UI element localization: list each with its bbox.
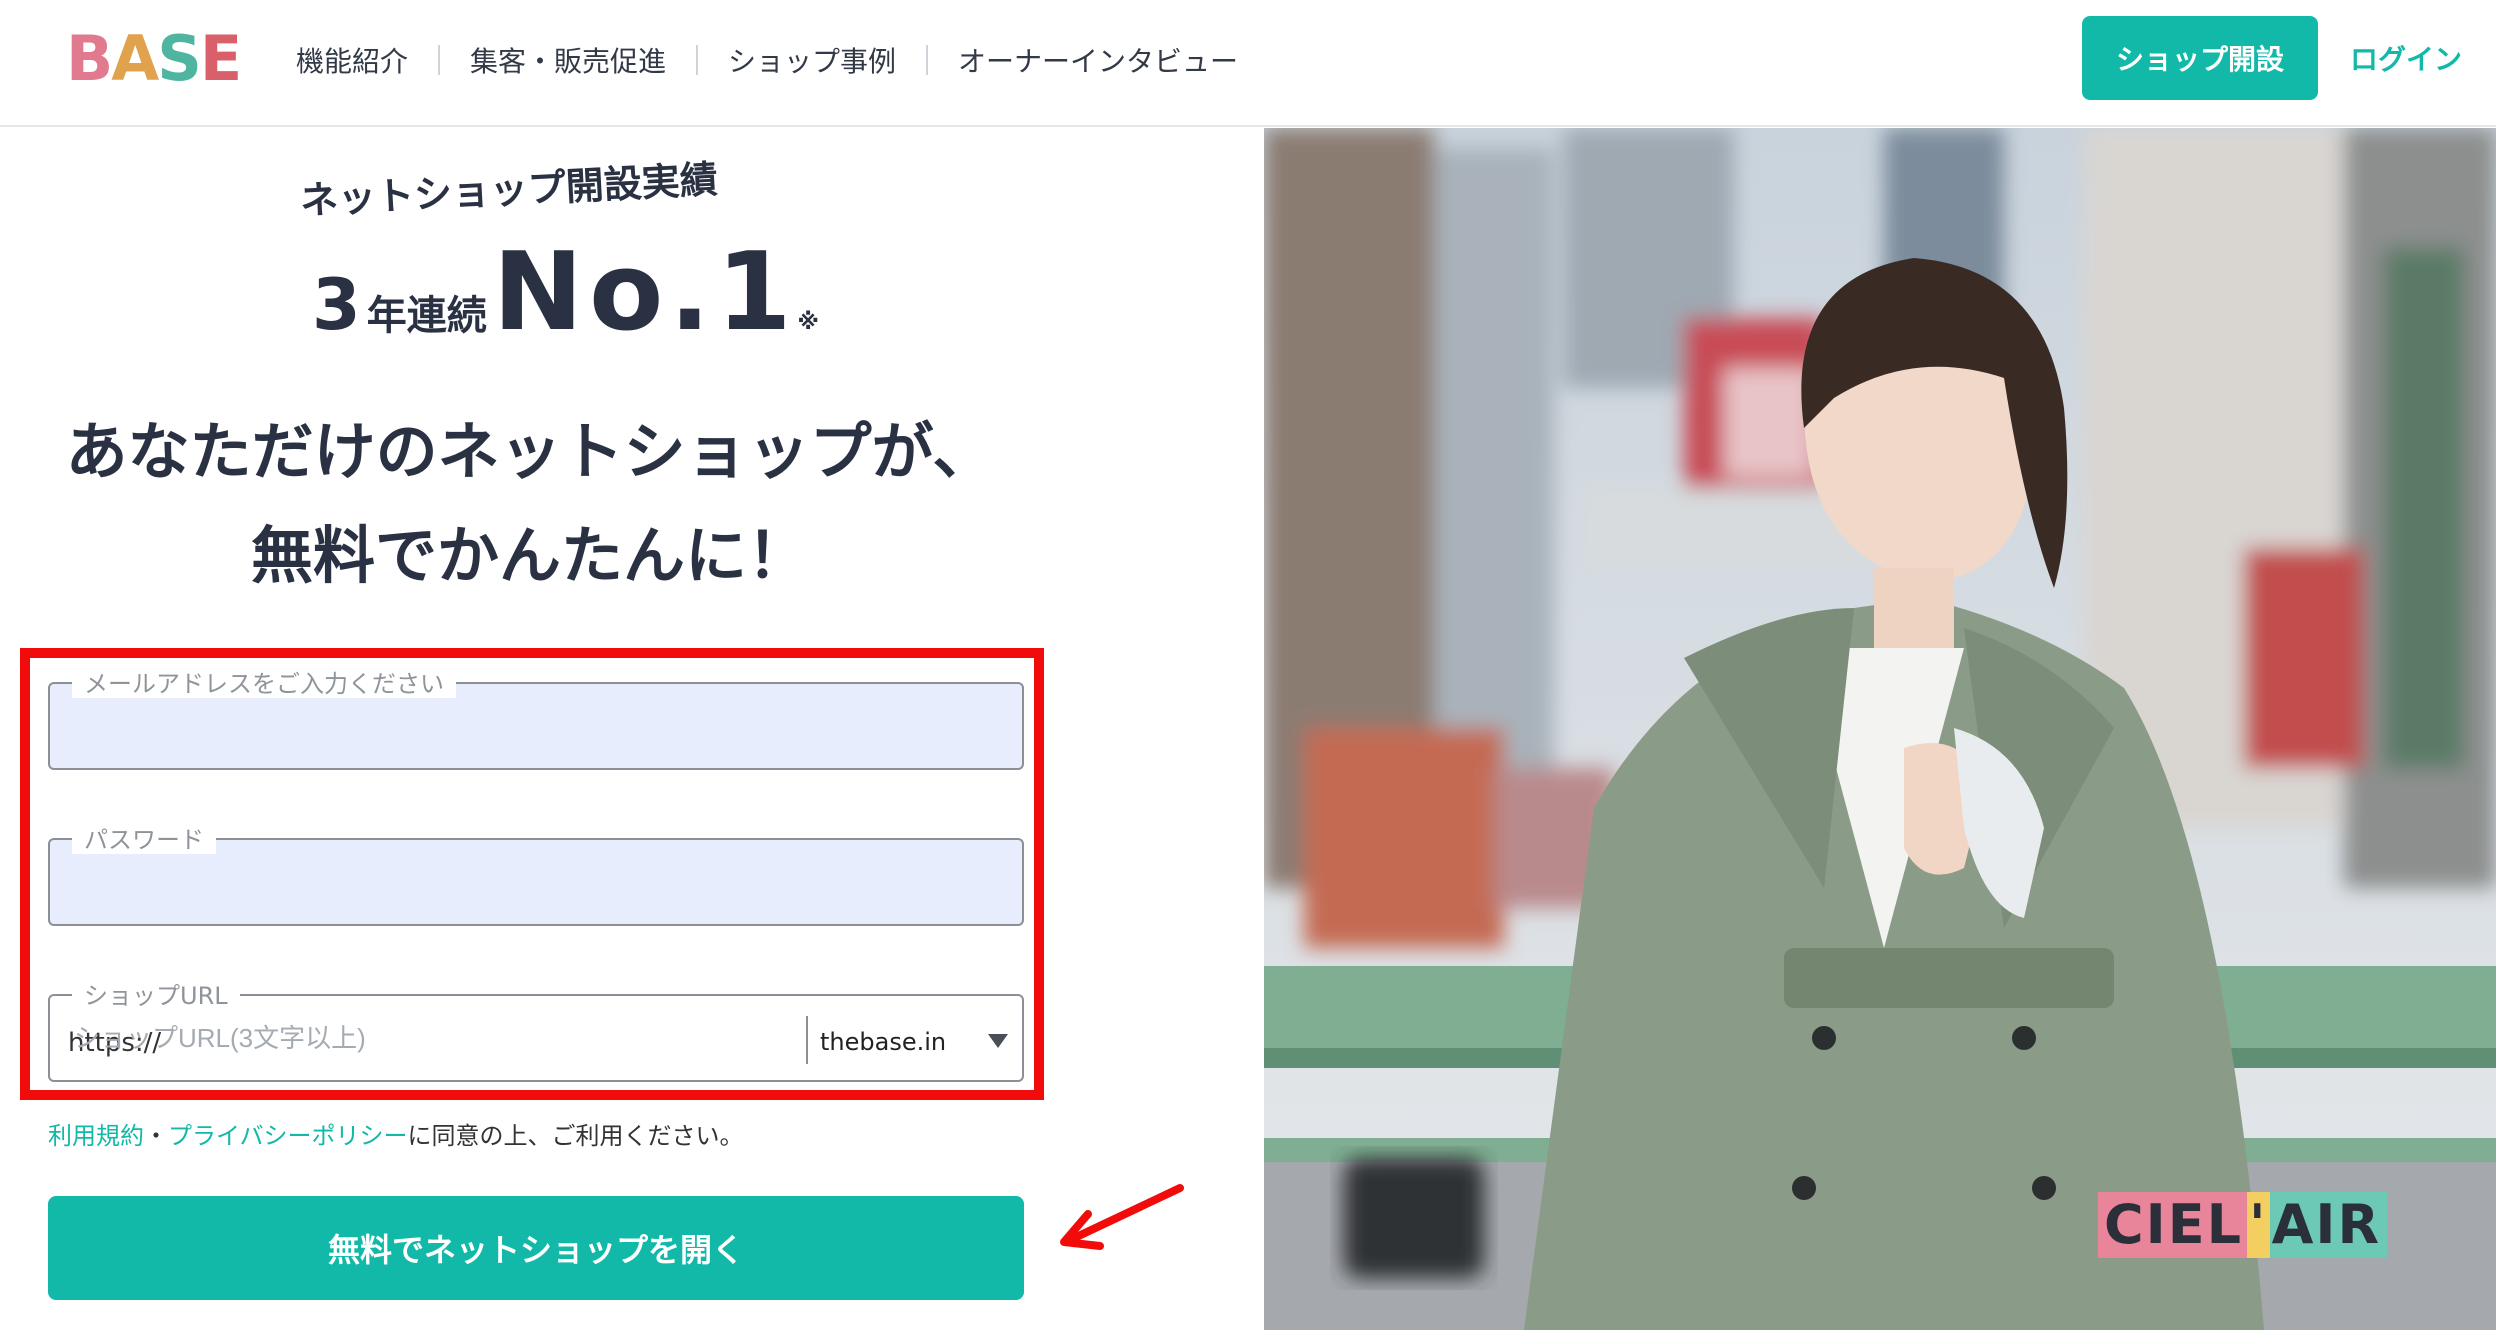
terms-suffix: に同意の上、ご利用ください。: [407, 1122, 744, 1150]
headline-line-1: あなただけのネットショップが、: [65, 415, 995, 488]
nav-divider: [438, 45, 441, 75]
domain-select[interactable]: thebase.in: [820, 1028, 946, 1056]
ciel-air-brand-tag: CIEL ' AIR: [2098, 1192, 2388, 1258]
rank-footnote-mark: ※: [797, 310, 819, 335]
achievement-rank: 3 年連続No.1※: [312, 230, 819, 355]
email-field: メールアドレスをご入力ください: [48, 670, 1024, 770]
nav-shop-cases[interactable]: ショップ事例: [728, 40, 896, 80]
arrow-left-icon: [1060, 1184, 1184, 1250]
terms-of-service-link[interactable]: 利用規約: [48, 1122, 144, 1150]
terms-separator: ・: [144, 1122, 168, 1150]
nav-divider: [696, 45, 699, 75]
nav-marketing[interactable]: 集客・販売促進: [470, 40, 666, 80]
logo-letter: B: [66, 22, 113, 95]
rank-number-one: No.1: [492, 230, 798, 355]
rank-years-unit: 年連続: [366, 293, 487, 339]
password-field: パスワード: [48, 826, 1024, 926]
terms-notice: 利用規約・プライバシーポリシーに同意の上、ご利用ください。: [48, 1116, 744, 1151]
main-nav: 機能紹介 集客・販売促進 ショップ事例 オーナーインタビュー: [296, 0, 1238, 120]
privacy-policy-link[interactable]: プライバシーポリシー: [168, 1122, 408, 1150]
hero-headline: あなただけのネットショップが、 無料でかんたんに！: [0, 400, 1060, 608]
hero-photo-illustration: [1264, 128, 2496, 1330]
nav-features[interactable]: 機能紹介: [296, 40, 408, 80]
password-input[interactable]: [50, 840, 1022, 924]
hero-photo: [1264, 128, 2496, 1330]
rank-years-number: 3: [312, 264, 361, 346]
nav-owner-interview[interactable]: オーナーインタビュー: [958, 40, 1238, 80]
url-divider: [806, 1016, 808, 1064]
chevron-down-icon[interactable]: [988, 1034, 1008, 1048]
headline-line-2: 無料でかんたんに！: [250, 519, 809, 592]
shop-url-field: ショップURL https:// thebase.in: [48, 982, 1024, 1082]
logo-letter: E: [199, 22, 242, 95]
site-header: BASE 機能紹介 集客・販売促進 ショップ事例 オーナーインタビュー ショップ…: [0, 0, 2496, 127]
base-logo[interactable]: BASE: [64, 20, 242, 98]
open-free-shop-button[interactable]: 無料でネットショップを開く: [48, 1196, 1024, 1300]
brand-apostrophe: ': [2247, 1192, 2270, 1258]
achievement-title: ネットショップ開設実績: [299, 157, 719, 223]
logo-letter: A: [111, 22, 159, 95]
brand-part-1: CIEL: [2098, 1192, 2248, 1258]
brand-part-2: AIR: [2269, 1192, 2388, 1258]
open-shop-button[interactable]: ショップ開設: [2082, 16, 2318, 100]
nav-divider: [926, 45, 929, 75]
login-link[interactable]: ログイン: [2350, 38, 2462, 78]
email-input[interactable]: [50, 684, 1022, 768]
logo-wordmark: BASE: [66, 28, 242, 90]
logo-letter: S: [157, 22, 202, 95]
